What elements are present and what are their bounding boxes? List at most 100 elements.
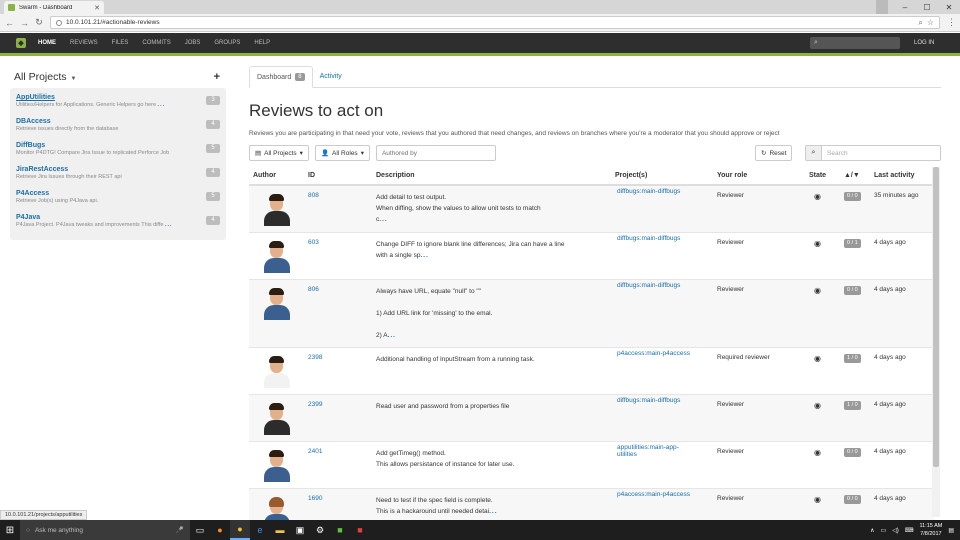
url-field[interactable]: 10.0.101.21/#actionable-reviews ⌕ ☆ [50, 16, 940, 29]
avatar[interactable] [263, 403, 291, 435]
tab-dashboard[interactable]: Dashboard 8 [249, 66, 313, 88]
project-name[interactable]: JiraRestAccess [16, 166, 204, 173]
avatar[interactable] [263, 288, 291, 320]
project-name[interactable]: DBAccess [16, 118, 204, 125]
project-link[interactable]: apputilities:main-app-utilities [617, 444, 679, 458]
column-state[interactable]: State [795, 167, 840, 186]
browser-tab[interactable]: Swarm - Dashboard ✕ [4, 1, 104, 14]
global-search-input[interactable]: ⌕ [810, 37, 900, 49]
all-projects-dropdown[interactable]: ▤ All Projects ▾ [249, 145, 309, 161]
project-link[interactable]: diffbugs:main-diffbugs [617, 235, 680, 242]
nav-commits[interactable]: COMMITS [142, 33, 170, 53]
chrome-icon[interactable]: ● [230, 520, 250, 540]
scrollbar-thumb[interactable] [933, 167, 939, 467]
project-name[interactable]: P4Java [16, 214, 204, 221]
column-description[interactable]: Description [372, 167, 611, 186]
app-red-icon[interactable]: ■ [350, 520, 370, 540]
project-item[interactable]: P4Access Retrieve Job(s) using P4Java ap… [10, 188, 226, 212]
avatar[interactable] [263, 241, 291, 273]
project-name[interactable]: DiffBugs [16, 142, 204, 149]
project-item[interactable]: AppUtilities Utilities/Helpers for Appli… [10, 92, 226, 116]
keyboard-icon[interactable]: ⌨ [905, 527, 914, 534]
all-roles-dropdown[interactable]: 👤 All Roles ▾ [314, 145, 370, 161]
column-id[interactable]: ID [304, 167, 372, 186]
nav-files[interactable]: FILES [112, 33, 129, 53]
swarm-logo-icon[interactable]: ◆ [16, 38, 26, 48]
project-link[interactable]: diffbugs:main-diffbugs [617, 397, 680, 404]
project-link[interactable]: p4access:main-p4access [617, 350, 690, 357]
column-projects[interactable]: Project(s) [611, 167, 713, 186]
project-link[interactable]: diffbugs:main-diffbugs [617, 282, 680, 289]
tray-up-arrow-icon[interactable]: ∧ [870, 527, 874, 534]
column-votes[interactable]: ▲/▼ [840, 167, 870, 186]
back-icon[interactable]: ← [5, 18, 14, 28]
close-tab-icon[interactable]: ✕ [94, 4, 100, 12]
reload-icon[interactable]: ↻ [35, 17, 43, 28]
notifications-icon[interactable]: ▤ [948, 527, 954, 534]
minimize-icon[interactable]: – [894, 0, 916, 14]
column-your-role[interactable]: Your role [713, 167, 795, 186]
review-row[interactable]: 806 Always have URL, equate "null" to ""… [249, 279, 934, 348]
more-ellipsis[interactable]: ... [489, 508, 497, 515]
review-row[interactable]: 603 Change DIFF to ignore blank line dif… [249, 232, 934, 280]
taskbar-search[interactable]: ○ Ask me anything 🎤 [20, 520, 190, 540]
more-ellipsis[interactable]: ... [420, 252, 428, 259]
avatar[interactable] [263, 194, 291, 226]
nav-groups[interactable]: GROUPS [214, 33, 240, 53]
more-ellipsis[interactable]: ... [388, 332, 396, 339]
nav-reviews[interactable]: REVIEWS [70, 33, 98, 53]
menu-icon[interactable]: ⋮ [947, 17, 956, 28]
review-id-link[interactable]: 806 [304, 279, 372, 348]
forward-icon[interactable]: → [20, 18, 29, 28]
review-id-link[interactable]: 2399 [304, 394, 372, 442]
project-item[interactable]: DiffBugs Monitor P4DTG! Compare Jira Iss… [10, 140, 226, 164]
project-item[interactable]: JiraRestAccess Retrieve Jira Issues thro… [10, 164, 226, 188]
nav-help[interactable]: HELP [254, 33, 270, 53]
nav-jobs[interactable]: JOBS [185, 33, 201, 53]
tab-activity[interactable]: Activity [313, 66, 349, 87]
bookmark-star-icon[interactable]: ☆ [927, 18, 934, 27]
project-link[interactable]: p4access:main-p4access [617, 491, 690, 498]
authored-by-input[interactable] [375, 145, 496, 161]
project-item[interactable]: DBAccess Retrieve issues directly from t… [10, 116, 226, 140]
reset-button[interactable]: ↻ Reset [755, 145, 793, 161]
clock[interactable]: 11:15 AM 7/8/2017 [919, 522, 942, 538]
review-row[interactable]: 2398 Additional handling of InputStream … [249, 347, 934, 395]
add-project-icon[interactable]: + [214, 71, 220, 83]
review-id-link[interactable]: 808 [304, 184, 372, 233]
volume-icon[interactable]: ◁) [892, 527, 899, 534]
avatar[interactable] [263, 356, 291, 388]
review-row[interactable]: 808 Add detail to test output. When diffi… [249, 184, 934, 233]
windows-start-icon[interactable]: ⊞ [0, 520, 20, 540]
project-name[interactable]: P4Access [16, 190, 204, 197]
zoom-icon[interactable]: ⌕ [918, 18, 922, 28]
project-link[interactable]: diffbugs:main-diffbugs [617, 188, 680, 195]
close-window-icon[interactable]: ✕ [938, 0, 960, 14]
microphone-icon[interactable]: 🎤 [176, 526, 184, 534]
review-id-link[interactable]: 2401 [304, 441, 372, 489]
project-item[interactable]: P4Java P4Java Project. P4Java tweaks and… [10, 212, 226, 236]
task-view-icon[interactable]: ▭ [190, 520, 210, 540]
column-author[interactable]: Author [249, 167, 304, 186]
login-link[interactable]: LOG IN [914, 33, 934, 53]
more-ellipsis[interactable]: ... [379, 216, 387, 223]
app-green-icon[interactable]: ■ [330, 520, 350, 540]
profile-icon[interactable] [876, 0, 888, 14]
nav-home[interactable]: HOME [38, 33, 56, 53]
settings-icon[interactable]: ⚙ [310, 520, 330, 540]
review-row[interactable]: 2399 Read user and password from a prope… [249, 394, 934, 442]
review-id-link[interactable]: 603 [304, 232, 372, 280]
maximize-icon[interactable]: ☐ [916, 0, 938, 14]
network-icon[interactable]: ▭ [881, 527, 887, 534]
avatar[interactable] [263, 450, 291, 482]
review-id-link[interactable]: 2398 [304, 347, 372, 395]
review-search-input[interactable]: ⌕ Search [805, 145, 941, 161]
store-icon[interactable]: ▣ [290, 520, 310, 540]
file-explorer-icon[interactable]: ▬ [270, 520, 290, 540]
projects-filter-dropdown[interactable]: All Projects ▼ [14, 71, 76, 83]
project-name[interactable]: AppUtilities [16, 94, 204, 101]
review-row[interactable]: 2401 Add getTimeg() method. This allows … [249, 441, 934, 489]
column-last-activity[interactable]: Last activity [870, 167, 934, 186]
edge-icon[interactable]: e [250, 520, 270, 540]
firefox-icon[interactable]: ● [210, 520, 230, 540]
